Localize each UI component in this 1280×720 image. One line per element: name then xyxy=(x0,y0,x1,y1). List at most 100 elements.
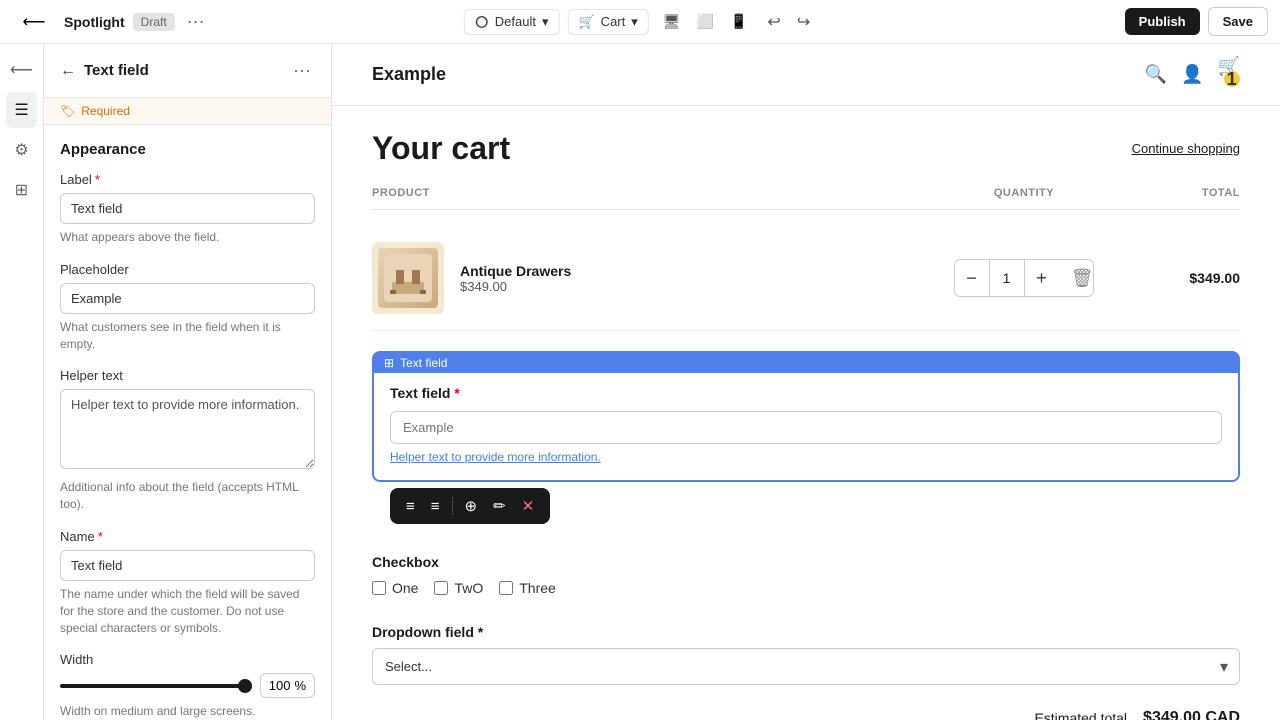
device-mobile-icon[interactable]: 📱 xyxy=(724,9,753,34)
decrease-qty-button[interactable]: − xyxy=(955,260,989,296)
default-chevron: ▾ xyxy=(542,14,549,30)
quantity-value: 1 xyxy=(989,260,1025,296)
text-field-bar-icon: ⊞ xyxy=(384,356,394,370)
sidebar-settings-icon[interactable]: ⚙ xyxy=(6,132,36,168)
checkbox-options: One TwO Three xyxy=(372,580,1240,596)
checkbox-input-three[interactable] xyxy=(499,581,513,595)
helper-text-textarea[interactable]: Helper text to provide more information. xyxy=(60,389,315,469)
required-label: Required xyxy=(81,104,130,118)
account-icon[interactable]: 👤 xyxy=(1181,64,1203,85)
width-value-box: 100 % xyxy=(260,673,315,698)
cart-summary: Estimated total $349.00 CAD Taxes, disco… xyxy=(372,709,1240,720)
cart-icon-wrapper[interactable]: 🛒 1 xyxy=(1218,56,1240,93)
estimated-amount: $349.00 CAD xyxy=(1143,709,1240,720)
redo-button[interactable]: ↪ xyxy=(791,8,816,36)
item-info: Antique Drawers $349.00 xyxy=(372,242,908,314)
width-unit: % xyxy=(294,678,306,693)
estimated-total: Estimated total $349.00 CAD xyxy=(372,709,1240,720)
text-field-helper[interactable]: Helper text to provide more information. xyxy=(390,450,1222,464)
main-layout: ⟵ ☰ ⚙ ⊞ ← Text field ··· 🏷 Required Appe… xyxy=(0,44,1280,720)
sidebar-apps-icon[interactable]: ⊞ xyxy=(7,172,36,208)
placeholder-hint: What customers see in the field when it … xyxy=(60,319,315,353)
dropdown-placeholder: Select... xyxy=(385,659,432,674)
helper-text-hint: Additional info about the field (accepts… xyxy=(60,479,315,513)
cart-chevron: ▾ xyxy=(631,14,638,30)
toolbar-delete-icon[interactable]: ✕ xyxy=(516,494,541,518)
sidebar-blocks-icon[interactable]: ☰ xyxy=(6,92,36,128)
helper-text-label: Helper text xyxy=(60,368,315,383)
checkbox-input-one[interactable] xyxy=(372,581,386,595)
search-icon[interactable]: 🔍 xyxy=(1145,64,1167,85)
name-hint: The name under which the field will be s… xyxy=(60,586,315,636)
appearance-title: Appearance xyxy=(60,141,315,158)
main-preview: Example 🔍 👤 🛒 1 Your cart Continue shopp… xyxy=(332,44,1280,720)
table-header: PRODUCT QUANTITY TOTAL xyxy=(372,187,1240,210)
cart-page: Your cart Continue shopping PRODUCT QUAN… xyxy=(332,106,1280,720)
checkbox-option-three[interactable]: Three xyxy=(499,580,556,596)
default-selector[interactable]: Default ▾ xyxy=(464,9,560,35)
draft-badge: Draft xyxy=(133,13,175,31)
label-field-label: Label * xyxy=(60,172,315,187)
label-input[interactable] xyxy=(60,193,315,224)
width-slider-fill xyxy=(60,684,252,688)
width-slider-thumb[interactable] xyxy=(238,679,252,693)
checkbox-option-two[interactable]: TwO xyxy=(434,580,483,596)
device-tablet-icon[interactable]: ⬜ xyxy=(691,9,720,34)
estimated-label: Estimated total xyxy=(1034,710,1127,720)
continue-shopping-link[interactable]: Continue shopping xyxy=(1132,141,1240,156)
checkbox-input-two[interactable] xyxy=(434,581,448,595)
placeholder-input[interactable] xyxy=(60,283,315,314)
text-field-input[interactable] xyxy=(390,411,1222,444)
width-value: 100 xyxy=(269,678,291,693)
toolbar-add-icon[interactable]: ⊕ xyxy=(459,494,484,518)
text-field-title: Text field * xyxy=(390,385,1222,401)
cart-icon: 🛒 xyxy=(578,14,594,30)
increase-qty-button[interactable]: + xyxy=(1025,260,1059,296)
toolbar-align-center-icon[interactable]: ≡ xyxy=(425,495,446,518)
undo-redo: ↩ ↪ xyxy=(761,8,816,36)
width-hint: Width on medium and large screens. Autom… xyxy=(60,703,315,720)
toolbar-edit-icon[interactable]: ✏ xyxy=(487,494,512,518)
checkbox-label-two: TwO xyxy=(454,580,483,596)
dropdown-field-title: Dropdown field * xyxy=(372,624,1240,640)
store-icons: 🔍 👤 🛒 1 xyxy=(1145,56,1240,93)
device-icons: 🖥 ⬜ 📱 xyxy=(657,9,754,34)
checkbox-field-block: Checkbox One TwO Three xyxy=(372,542,1240,608)
toolbar-align-left-icon[interactable]: ≡ xyxy=(400,495,421,518)
dropdown-select[interactable]: Select... xyxy=(372,648,1240,685)
topbar-right: Publish Save xyxy=(1125,7,1268,36)
device-desktop-icon[interactable]: 🖥 xyxy=(657,9,687,34)
app-title: Spotlight xyxy=(64,14,125,30)
topbar-left: ⟵ Spotlight Draft ··· xyxy=(12,4,209,40)
delete-item-button[interactable]: 🗑 xyxy=(1071,268,1094,289)
name-input[interactable] xyxy=(60,550,315,581)
settings-panel: ← Text field ··· 🏷 Required Appearance L… xyxy=(44,44,332,720)
undo-button[interactable]: ↩ xyxy=(761,8,786,36)
toolbar-divider xyxy=(452,497,453,515)
checkbox-option-one[interactable]: One xyxy=(372,580,418,596)
item-total: $349.00 xyxy=(1140,270,1240,286)
sidebar-nav-icon[interactable]: ⟵ xyxy=(2,52,41,88)
width-slider-track xyxy=(60,684,252,688)
text-field-body: Text field * Helper text to provide more… xyxy=(374,373,1238,480)
item-img-placeholder xyxy=(378,248,438,308)
cart-selector[interactable]: 🛒 Cart ▾ xyxy=(567,9,648,35)
name-field-label: Name * xyxy=(60,529,315,544)
text-field-block: ⊞ Text field Text field * Helper text to… xyxy=(372,351,1240,482)
icon-sidebar: ⟵ ☰ ⚙ ⊞ xyxy=(0,44,44,720)
back-nav-icon[interactable]: ⟵ xyxy=(12,4,56,40)
panel-header: ← Text field ··· xyxy=(44,44,331,98)
panel-header-left: ← Text field xyxy=(60,62,149,80)
default-label: Default xyxy=(495,14,536,29)
cart-title: Your cart xyxy=(372,130,510,167)
text-field-label-bar: ⊞ Text field xyxy=(374,353,1238,373)
quantity-control: − 1 + 🗑 xyxy=(954,259,1095,297)
helper-text-group: Helper text Helper text to provide more … xyxy=(60,368,315,513)
checkbox-label-three: Three xyxy=(519,580,556,596)
panel-back-button[interactable]: ← xyxy=(60,62,76,80)
save-button[interactable]: Save xyxy=(1208,7,1268,36)
more-options-button[interactable]: ··· xyxy=(183,7,209,36)
required-icon: 🏷 xyxy=(60,104,75,118)
publish-button[interactable]: Publish xyxy=(1125,8,1200,35)
panel-more-button[interactable]: ··· xyxy=(289,56,315,85)
